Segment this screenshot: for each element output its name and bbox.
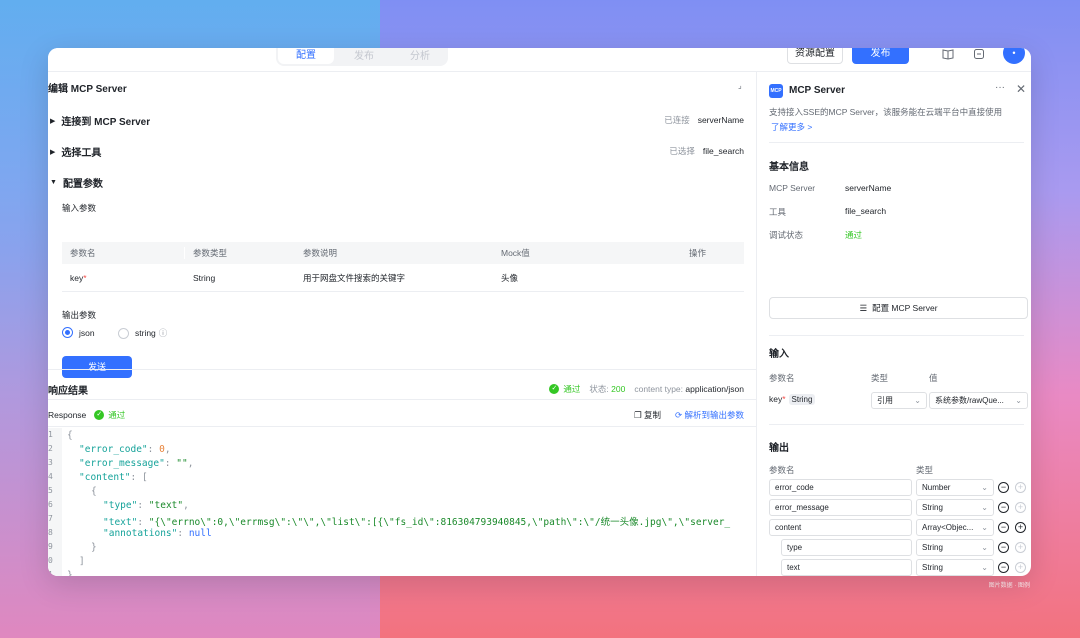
- copy-icon: ❐: [633, 410, 642, 420]
- mock-value-cell[interactable]: 头像: [493, 272, 681, 284]
- remove-icon[interactable]: −: [998, 482, 1009, 493]
- section-params[interactable]: ▼ 配置参数: [50, 175, 103, 190]
- response-tab[interactable]: Response: [48, 410, 86, 420]
- table-row: key* String 用于网盘文件搜索的关键字 头像: [62, 264, 744, 292]
- output-type-select[interactable]: Number ⌄: [916, 479, 994, 496]
- page-title: 编辑 MCP Server: [48, 84, 127, 95]
- add-icon[interactable]: +: [1015, 482, 1026, 493]
- output-type-select[interactable]: String ⌄: [916, 499, 994, 516]
- caret-down-icon: ▼: [50, 179, 57, 186]
- app-window: 配置 发布 分析 资源配置 发布 • 编辑 MCP Server ⌟ ▶ 连接到…: [48, 48, 1031, 576]
- section-label: 选择工具: [61, 148, 102, 159]
- input-param-name: key* String: [769, 394, 816, 405]
- tab-config[interactable]: 配置: [278, 48, 334, 64]
- copy-button[interactable]: ❐ 复制: [634, 409, 661, 421]
- editor-panel: 编辑 MCP Server ⌟ ▶ 连接到 MCP Server 已连接 serv…: [48, 72, 756, 576]
- sliders-icon: ☰: [859, 302, 868, 313]
- remove-icon[interactable]: −: [998, 522, 1009, 533]
- section-label: 配置参数: [62, 179, 103, 190]
- mcp-logo-icon: MCP: [769, 84, 783, 98]
- check-circle-icon: ✓: [549, 384, 560, 394]
- response-title: 响应结果: [48, 386, 88, 397]
- radio-string[interactable]: string ⓘ: [118, 327, 167, 339]
- output-name-field[interactable]: error_code: [769, 479, 912, 496]
- parse-output-button[interactable]: ⟳ 解析到输出参数: [675, 409, 744, 421]
- output-params-label: 输出参数: [62, 310, 97, 320]
- input-type-select[interactable]: 引用 ⌄: [871, 392, 927, 409]
- server-name-value: serverName: [845, 183, 892, 193]
- configure-mcp-button[interactable]: ☰ 配置 MCP Server: [769, 297, 1028, 319]
- output-name-field[interactable]: type: [781, 539, 912, 556]
- close-icon[interactable]: ✕: [1016, 82, 1026, 96]
- output-type-select[interactable]: String ⌄: [916, 539, 994, 556]
- tool-value: file_search: [845, 206, 887, 216]
- check-circle-icon: ✓: [94, 410, 105, 420]
- input-title: 输入: [769, 349, 789, 360]
- image-credit: 图片数据 · 图例: [988, 583, 1030, 589]
- remove-icon[interactable]: −: [998, 502, 1009, 513]
- add-icon[interactable]: +: [1015, 522, 1026, 533]
- caret-right-icon: ▶: [50, 148, 56, 156]
- section-label: 连接到 MCP Server: [61, 117, 151, 128]
- sync-icon: ⟳: [674, 410, 683, 420]
- output-type-select[interactable]: String ⌄: [916, 559, 994, 576]
- avatar[interactable]: •: [1003, 48, 1025, 64]
- section-tools[interactable]: ▶ 选择工具: [50, 144, 101, 159]
- response-meta: ✓ 通过 状态: 200 content type: application/js…: [549, 383, 744, 395]
- mode-tabs: 配置 发布 分析: [276, 48, 448, 66]
- remove-icon[interactable]: −: [998, 542, 1009, 553]
- output-name-field[interactable]: content: [769, 519, 912, 536]
- learn-more-link[interactable]: 了解更多 >: [771, 121, 812, 133]
- help-icon[interactable]: ⓘ: [159, 327, 168, 339]
- input-params-table: 参数名 参数类型 参数说明 Mock值 操作 key* String 用于网盘文…: [62, 242, 744, 292]
- more-icon[interactable]: ···: [995, 82, 1005, 93]
- tool-status: 已选择 file_search: [669, 146, 744, 156]
- panel-description: 支持接入SSE的MCP Server，该服务能在云端平台中直接使用: [769, 107, 1003, 117]
- remove-icon[interactable]: −: [998, 562, 1009, 573]
- debug-status-value: 通过: [845, 230, 863, 240]
- book-icon[interactable]: [942, 48, 954, 60]
- input-value-select[interactable]: 系统参数/rawQue... ⌄: [929, 392, 1028, 409]
- top-bar: 配置 发布 分析 资源配置 发布 •: [48, 48, 1031, 72]
- add-icon[interactable]: +: [1015, 562, 1026, 573]
- response-code-viewer[interactable]: 1 2 3 4 5 6 7 8 9 0 1 { "error_code": 0,…: [48, 428, 756, 576]
- mcp-server-panel: MCP MCP Server ··· ✕ 支持接入SSE的MCP Server，…: [756, 72, 1031, 576]
- tab-publish[interactable]: 发布: [336, 48, 392, 66]
- output-title: 输出: [769, 443, 789, 454]
- add-icon[interactable]: +: [1015, 502, 1026, 513]
- output-type-select[interactable]: Array<Objec... ⌄: [916, 519, 994, 536]
- publish-button[interactable]: 发布: [852, 48, 909, 64]
- resources-button[interactable]: 资源配置: [787, 48, 843, 64]
- chevron-down-icon: ⌄: [914, 396, 921, 405]
- input-params-label: 输入参数: [62, 203, 97, 213]
- add-icon[interactable]: +: [1015, 542, 1026, 553]
- chat-icon[interactable]: [973, 48, 985, 60]
- collapse-icon[interactable]: ⌟: [738, 81, 742, 90]
- caret-right-icon: ▶: [50, 117, 56, 125]
- tab-analysis[interactable]: 分析: [392, 48, 448, 66]
- radio-json[interactable]: json: [62, 327, 95, 338]
- table-header: 参数名 参数类型 参数说明 Mock值 操作: [62, 242, 744, 264]
- chevron-down-icon: ⌄: [1015, 396, 1022, 405]
- connect-status: 已连接 serverName: [664, 115, 744, 125]
- response-toolbar: Response ✓ 通过 ❐ 复制 ⟳ 解析到输出参数: [48, 399, 756, 427]
- response-header: 响应结果 ✓ 通过 状态: 200 content type: applicati…: [48, 369, 756, 399]
- output-name-field[interactable]: error_message: [769, 499, 912, 516]
- section-connect[interactable]: ▶ 连接到 MCP Server: [50, 113, 150, 128]
- panel-title: MCP Server: [789, 85, 845, 96]
- basic-info-title: 基本信息: [769, 162, 809, 173]
- output-name-field[interactable]: text: [781, 559, 912, 576]
